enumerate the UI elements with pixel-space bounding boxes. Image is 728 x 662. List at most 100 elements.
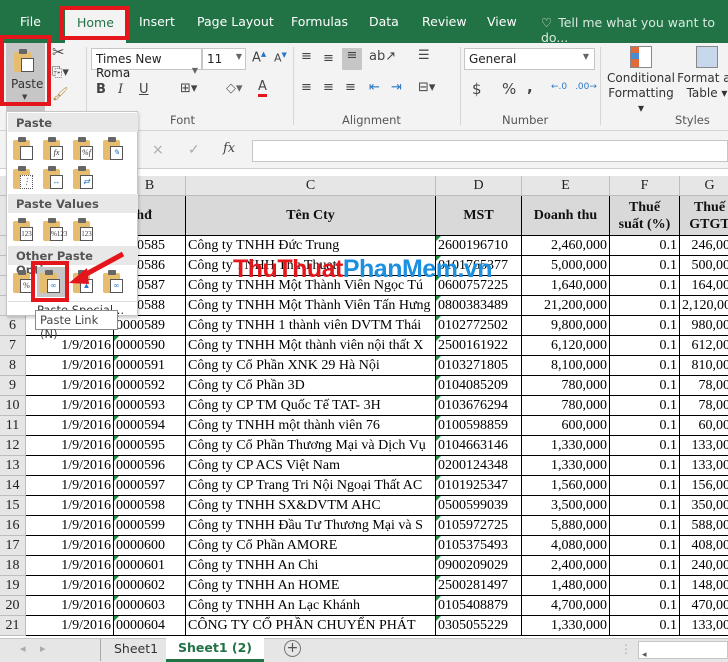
cell-d16[interactable]: 0105972725 xyxy=(436,516,522,536)
tab-file[interactable]: File xyxy=(20,14,41,29)
cell-a19[interactable]: 1/9/2016 xyxy=(26,576,114,596)
cell-e13[interactable]: 1,330,000 xyxy=(522,456,610,476)
decrease-decimal-icon[interactable]: .00→ xyxy=(575,82,597,92)
cell-g15[interactable]: 350,000 xyxy=(680,496,728,516)
tell-me-box[interactable]: ♡ Tell me what you want to do... xyxy=(541,15,728,45)
cell-a11[interactable]: 1/9/2016 xyxy=(26,416,114,436)
cell-c8[interactable]: Công ty Cổ Phần XNK 29 Hà Nội xyxy=(186,356,436,376)
align-right-icon[interactable]: ≡ xyxy=(345,80,356,95)
cell-a17[interactable]: 1/9/2016 xyxy=(26,536,114,556)
cell-e6[interactable]: 9,800,000 xyxy=(522,316,610,336)
cell-e12[interactable]: 1,330,000 xyxy=(522,436,610,456)
cell-e11[interactable]: 600,000 xyxy=(522,416,610,436)
cell-g18[interactable]: 240,000 xyxy=(680,556,728,576)
header-cell-d[interactable]: MST xyxy=(436,196,522,236)
align-left-icon[interactable]: ≡ xyxy=(301,80,312,95)
cell-g20[interactable]: 470,000 xyxy=(680,596,728,616)
cell-a13[interactable]: 1/9/2016 xyxy=(26,456,114,476)
cell-e10[interactable]: 780,000 xyxy=(522,396,610,416)
cell-d6[interactable]: 0102772502 xyxy=(436,316,522,336)
paste-icon[interactable] xyxy=(13,137,35,161)
row-header-11[interactable]: 11 xyxy=(0,416,26,436)
tab-insert[interactable]: Insert xyxy=(139,14,175,29)
cell-b13[interactable]: 0000596 xyxy=(114,456,186,476)
cell-c5[interactable]: Công ty TNHH Một Thành Viên Tấn Hưng xyxy=(186,296,436,316)
cell-f19[interactable]: 0.1 xyxy=(610,576,680,596)
enter-icon[interactable]: ✓ xyxy=(188,142,200,158)
cell-d17[interactable]: 0105375493 xyxy=(436,536,522,556)
paste-formulas-number-formatting-icon[interactable]: %f xyxy=(73,137,95,161)
tab-page-layout[interactable]: Page Layout xyxy=(197,14,274,29)
scroll-left-icon[interactable]: ◂ xyxy=(20,642,26,655)
cell-d2[interactable]: 2600196710 xyxy=(436,236,522,256)
cell-e17[interactable]: 4,080,000 xyxy=(522,536,610,556)
cell-b9[interactable]: 0000592 xyxy=(114,376,186,396)
cell-d9[interactable]: 0104085209 xyxy=(436,376,522,396)
values-number-formatting-icon[interactable]: %123 xyxy=(43,218,67,242)
row-header-7[interactable]: 7 xyxy=(0,336,26,356)
align-top-icon[interactable]: ≡ xyxy=(301,49,312,64)
add-sheet-icon[interactable]: + xyxy=(284,640,301,657)
cell-b14[interactable]: 0000597 xyxy=(114,476,186,496)
cell-c16[interactable]: Công ty TNHH Đầu Tư Thương Mại và S xyxy=(186,516,436,536)
cell-f11[interactable]: 0.1 xyxy=(610,416,680,436)
cell-b8[interactable]: 0000591 xyxy=(114,356,186,376)
cell-a21[interactable]: 1/9/2016 xyxy=(26,616,114,636)
tab-data[interactable]: Data xyxy=(369,14,399,29)
cell-e8[interactable]: 8,100,000 xyxy=(522,356,610,376)
cell-c21[interactable]: CÔNG TY CỔ PHẦN CHUYỂN PHÁT xyxy=(186,616,436,636)
cell-d7[interactable]: 2500161922 xyxy=(436,336,522,356)
row-header-21[interactable]: 21 xyxy=(0,616,26,636)
keep-source-formatting-icon[interactable]: ✎ xyxy=(103,137,125,161)
cell-f8[interactable]: 0.1 xyxy=(610,356,680,376)
cell-g5[interactable]: 2,120,000 xyxy=(680,296,728,316)
values-source-formatting-icon[interactable]: 123 xyxy=(73,218,95,242)
header-cell-f[interactable]: Thuế suất (%) xyxy=(610,196,680,236)
sheet-tab-sheet1-2[interactable]: Sheet1 (2) xyxy=(166,638,265,662)
font-size-dropdown[interactable]: 11 ▼ xyxy=(202,48,246,70)
cell-e3[interactable]: 5,000,000 xyxy=(522,256,610,276)
decrease-font-icon[interactable]: A▼ xyxy=(274,51,287,65)
column-header-e[interactable]: E xyxy=(522,176,610,196)
row-header-16[interactable]: 16 xyxy=(0,516,26,536)
cell-e19[interactable]: 1,480,000 xyxy=(522,576,610,596)
cell-g3[interactable]: 500,000 xyxy=(680,256,728,276)
row-header-13[interactable]: 13 xyxy=(0,456,26,476)
cell-f4[interactable]: 0.1 xyxy=(610,276,680,296)
cell-e14[interactable]: 1,560,000 xyxy=(522,476,610,496)
cell-d8[interactable]: 0103271805 xyxy=(436,356,522,376)
cell-c19[interactable]: Công ty TNHH An HOME xyxy=(186,576,436,596)
cell-f20[interactable]: 0.1 xyxy=(610,596,680,616)
cell-e15[interactable]: 3,500,000 xyxy=(522,496,610,516)
cell-c17[interactable]: Công ty Cổ Phần AMORE xyxy=(186,536,436,556)
row-header-18[interactable]: 18 xyxy=(0,556,26,576)
align-middle-icon[interactable]: ≡ xyxy=(323,51,334,66)
cell-a20[interactable]: 1/9/2016 xyxy=(26,596,114,616)
cell-c13[interactable]: Công ty CP ACS Việt Nam xyxy=(186,456,436,476)
cell-g16[interactable]: 588,000 xyxy=(680,516,728,536)
cell-f12[interactable]: 0.1 xyxy=(610,436,680,456)
cut-icon[interactable]: ✂ xyxy=(52,43,65,61)
cell-c12[interactable]: Công ty Cổ Phần Thương Mại và Dịch Vụ xyxy=(186,436,436,456)
row-header-12[interactable]: 12 xyxy=(0,436,26,456)
column-header-f[interactable]: F xyxy=(610,176,680,196)
cell-d5[interactable]: 0800383489 xyxy=(436,296,522,316)
align-center-icon[interactable]: ≡ xyxy=(323,80,334,95)
cell-g9[interactable]: 78,000 xyxy=(680,376,728,396)
copy-icon[interactable]: ⎘▾ xyxy=(52,65,69,80)
increase-font-icon[interactable]: A▲ xyxy=(252,50,266,65)
row-header-9[interactable]: 9 xyxy=(0,376,26,396)
cell-c10[interactable]: Công ty CP TM Quốc Tế TAT- 3H xyxy=(186,396,436,416)
number-format-dropdown[interactable]: General ▼ xyxy=(464,48,595,70)
cell-b7[interactable]: 0000590 xyxy=(114,336,186,356)
cell-c14[interactable]: Công ty CP Trang Tri Nội Ngoại Thất AC xyxy=(186,476,436,496)
conditional-formatting-button[interactable]: Conditional Formatting ▾ xyxy=(605,46,677,115)
cell-f6[interactable]: 0.1 xyxy=(610,316,680,336)
cell-g7[interactable]: 612,000 xyxy=(680,336,728,356)
cell-e5[interactable]: 21,200,000 xyxy=(522,296,610,316)
cell-g4[interactable]: 164,000 xyxy=(680,276,728,296)
cell-b17[interactable]: 0000600 xyxy=(114,536,186,556)
cell-d19[interactable]: 2500281497 xyxy=(436,576,522,596)
percent-button[interactable]: % xyxy=(502,80,516,98)
cell-f16[interactable]: 0.1 xyxy=(610,516,680,536)
